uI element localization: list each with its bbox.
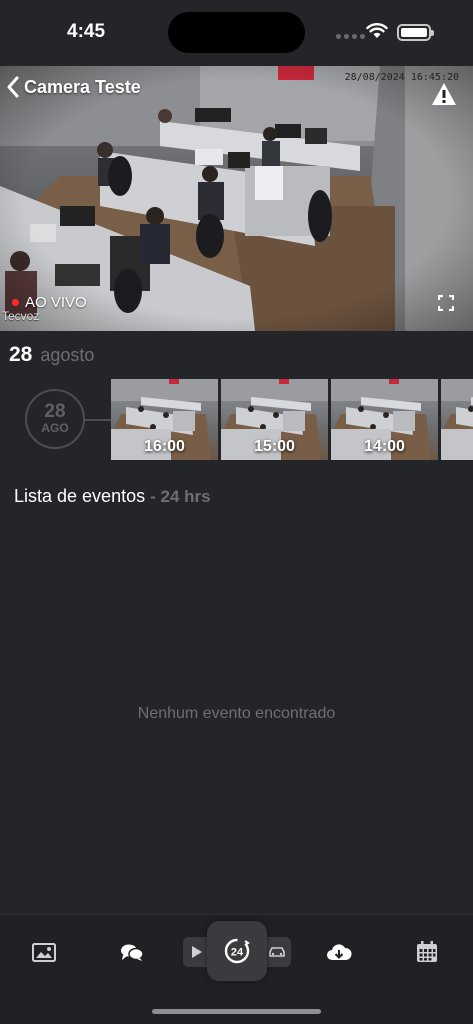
events-empty-message: Nenhum evento encontrado bbox=[137, 705, 336, 722]
cloud-download-icon bbox=[327, 943, 352, 960]
recording-thumbnail[interactable]: 14:00 bbox=[331, 379, 438, 460]
wifi-icon bbox=[366, 23, 388, 38]
day-month: agosto bbox=[40, 345, 95, 365]
recording-thumbnail[interactable]: 16:00 bbox=[111, 379, 218, 460]
chat-icon bbox=[121, 944, 144, 961]
cellular-signal-icon bbox=[336, 34, 365, 39]
live-dot-icon bbox=[12, 299, 19, 306]
image-icon bbox=[32, 942, 56, 962]
thumbnail-time: 14:00 bbox=[364, 438, 405, 455]
warning-icon[interactable] bbox=[431, 82, 457, 106]
fullscreen-icon[interactable] bbox=[438, 295, 454, 311]
day-header: 28 agosto bbox=[9, 343, 94, 367]
timeline-connector bbox=[85, 419, 111, 421]
thumbnail-time: 15:00 bbox=[254, 438, 295, 455]
day-number: 28 bbox=[9, 343, 33, 366]
back-button[interactable]: Camera Teste bbox=[6, 76, 141, 98]
events-title-label: Lista de eventos bbox=[14, 486, 146, 506]
dynamic-island bbox=[168, 12, 305, 53]
timeline-date-badge[interactable]: 28 AGO bbox=[25, 389, 85, 449]
thumbnail-time: 16:00 bbox=[144, 438, 185, 455]
recording-thumbnails[interactable]: 16:00 15:00 14:00 bbox=[111, 379, 473, 460]
camera-title: Camera Teste bbox=[24, 76, 141, 97]
vehicle-mode-button[interactable] bbox=[263, 937, 291, 967]
camera-feed-image bbox=[0, 66, 473, 331]
car-icon bbox=[269, 947, 285, 957]
24h-recording-button[interactable]: 24 bbox=[207, 921, 267, 981]
svg-text:24: 24 bbox=[231, 947, 244, 959]
recording-thumbnail[interactable] bbox=[441, 379, 473, 460]
24h-icon: 24 bbox=[224, 938, 250, 964]
play-icon bbox=[192, 946, 202, 958]
recording-thumbnail[interactable]: 15:00 bbox=[221, 379, 328, 460]
events-title-period: - 24 hrs bbox=[150, 487, 211, 506]
camera-live-view[interactable]: Camera Teste 28/08/2024 16:45:20 AO VIVO… bbox=[0, 66, 473, 331]
camera-watermark: Tecvoz bbox=[2, 309, 40, 323]
chat-button[interactable] bbox=[112, 937, 152, 967]
bottom-toolbar: 24 bbox=[0, 914, 473, 1024]
chevron-left-icon bbox=[7, 76, 19, 98]
timeline-date-month: AGO bbox=[41, 421, 69, 435]
thumbnail-image bbox=[441, 379, 473, 460]
battery-icon bbox=[397, 24, 434, 41]
calendar-icon bbox=[417, 941, 437, 962]
download-button[interactable] bbox=[319, 937, 359, 967]
events-list-title: Lista de eventos - 24 hrs bbox=[14, 486, 211, 507]
home-indicator[interactable] bbox=[152, 1009, 321, 1014]
status-bar: 4:45 bbox=[0, 0, 473, 66]
status-time: 4:45 bbox=[67, 21, 106, 42]
calendar-button[interactable] bbox=[407, 937, 447, 967]
timeline-date-day: 28 bbox=[44, 401, 66, 422]
gallery-button[interactable] bbox=[24, 937, 64, 967]
